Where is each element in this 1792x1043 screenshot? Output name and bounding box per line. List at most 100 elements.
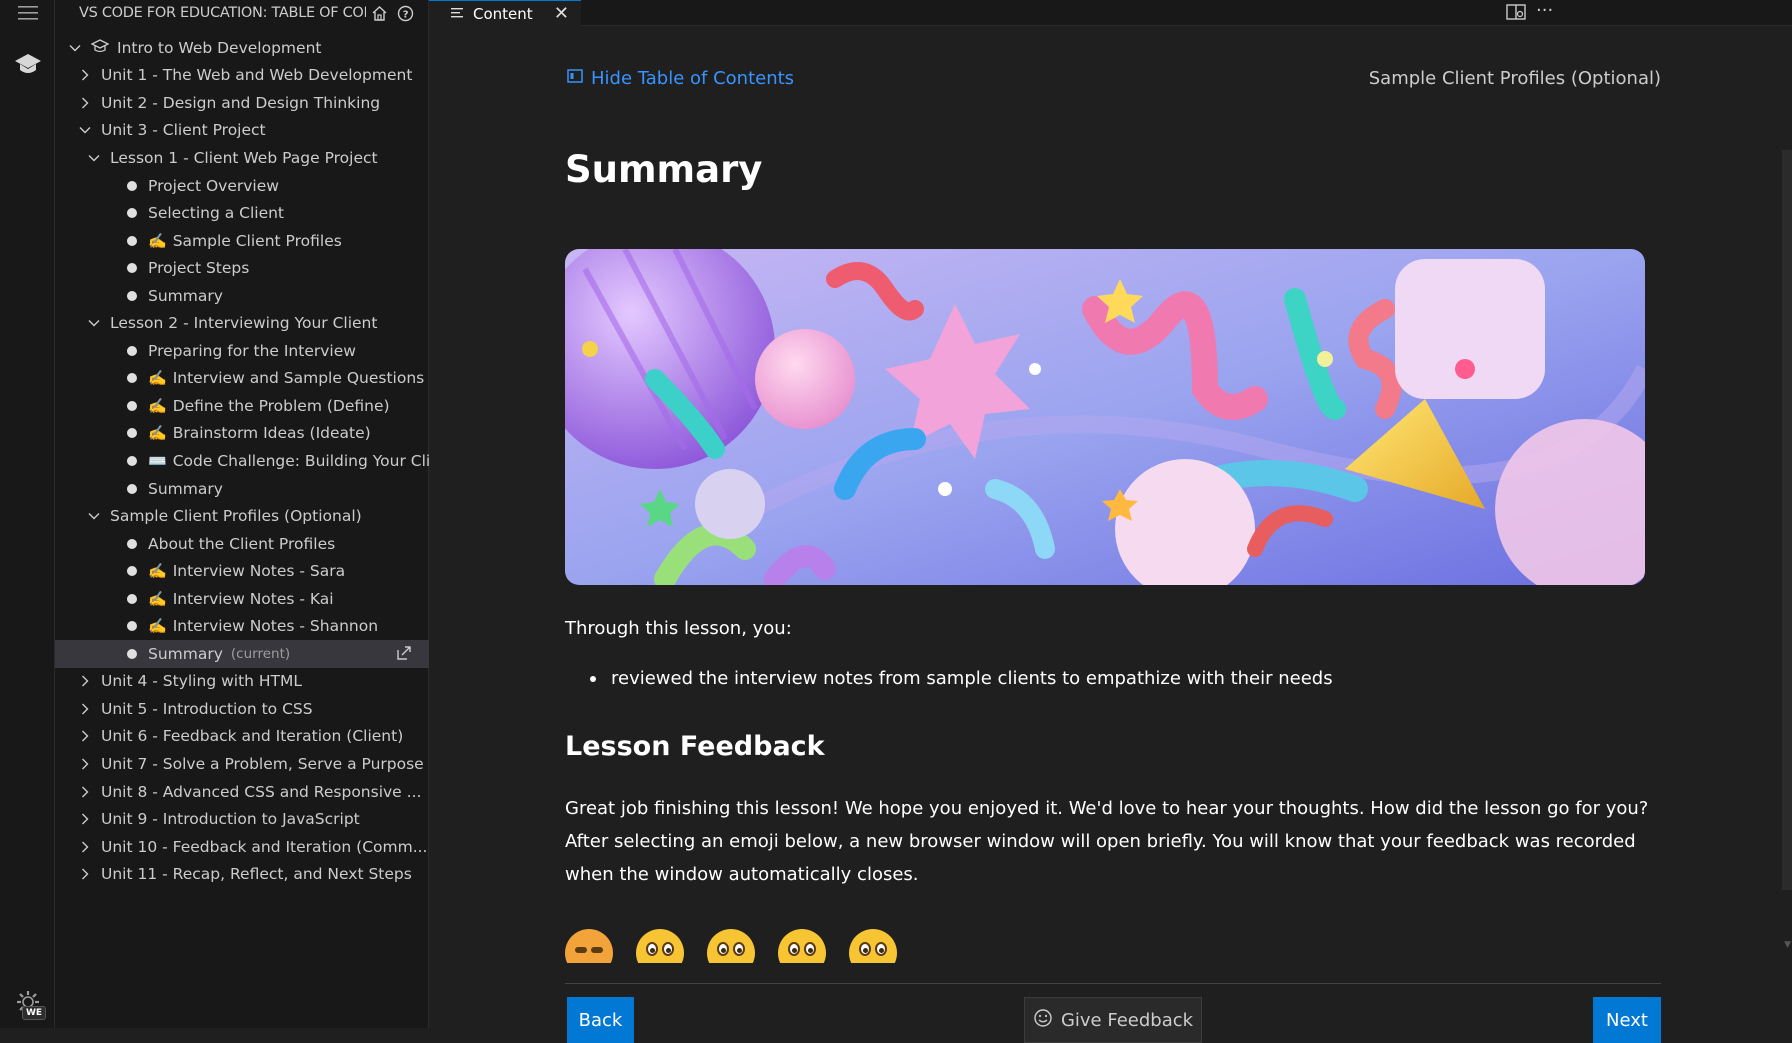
chevron-down-icon[interactable] (75, 120, 95, 140)
toc-item-label: Unit 5 - Introduction to CSS (101, 699, 313, 718)
toc-folder[interactable]: Unit 8 - Advanced CSS and Responsive ... (55, 778, 429, 806)
scroll-down-arrow-icon[interactable]: ▼ (1784, 940, 1791, 950)
toc-folder[interactable]: Unit 11 - Recap, Reflect, and Next Steps (55, 860, 429, 888)
emoji-rating-row (565, 929, 965, 963)
chevron-right-icon[interactable] (75, 699, 95, 719)
graduation-cap-icon (90, 38, 110, 58)
toc-item-label: Unit 6 - Feedback and Iteration (Client) (101, 727, 404, 746)
chevron-right-icon[interactable] (75, 65, 95, 85)
toc-item[interactable]: ✍️ Sample Client Profiles (55, 227, 429, 255)
chevron-down-icon[interactable] (84, 313, 104, 333)
table-of-contents-tree: Intro to Web Development Unit 1 - The Web… (55, 34, 460, 888)
bullet-icon (127, 208, 137, 219)
open-external-icon[interactable] (395, 644, 413, 666)
toc-item-label: Unit 8 - Advanced CSS and Responsive ... (101, 782, 422, 801)
toc-item[interactable]: ✍️ Brainstorm Ideas (Ideate) (55, 420, 429, 448)
home-icon[interactable] (366, 5, 392, 22)
writing-hand-icon: ✍️ (148, 562, 167, 581)
chevron-right-icon[interactable] (75, 782, 95, 802)
toc-folder[interactable]: Lesson 2 - Interviewing Your Client (55, 309, 429, 337)
toc-item-label: Unit 7 - Solve a Problem, Serve a Purpos… (101, 754, 424, 773)
sidebar-toggle-icon (567, 68, 583, 89)
toc-folder[interactable]: Unit 4 - Styling with HTML (55, 668, 429, 696)
toc-folder[interactable]: Unit 3 - Client Project (55, 117, 429, 145)
toc-item[interactable]: Summary (55, 475, 429, 503)
chevron-right-icon[interactable] (75, 93, 95, 113)
toc-item-label: Interview Notes - Kai (172, 589, 334, 608)
chevron-right-icon[interactable] (75, 809, 95, 829)
very-happy-face-icon[interactable] (849, 929, 897, 963)
toc-folder[interactable]: Unit 10 - Feedback and Iteration (Comm..… (55, 833, 429, 861)
tab-content[interactable]: Content ✕ (429, 0, 581, 26)
toc-item[interactable]: ✍️ Interview Notes - Sara (55, 557, 429, 585)
give-feedback-button[interactable]: Give Feedback (1024, 997, 1202, 1043)
account-badge[interactable]: WE (22, 1006, 47, 1020)
bullet-icon (127, 483, 137, 494)
toc-item-label: Define the Problem (Define) (172, 396, 390, 415)
menu-icon[interactable] (0, 0, 55, 26)
toc-item[interactable]: About the Client Profiles (55, 530, 429, 558)
scrollbar[interactable] (1782, 150, 1792, 890)
toc-folder[interactable]: Unit 2 - Design and Design Thinking (55, 89, 429, 117)
open-preview-icon[interactable] (1506, 3, 1526, 21)
toc-item[interactable]: Project Overview (55, 172, 429, 200)
lesson-feedback-heading: Lesson Feedback (565, 731, 825, 762)
toc-item[interactable]: Summary (current) (55, 640, 429, 668)
help-icon[interactable]: ? (392, 5, 418, 22)
toc-item-label: Intro to Web Development (117, 38, 322, 57)
toc-folder[interactable]: Sample Client Profiles (Optional) (55, 502, 429, 530)
back-button[interactable]: Back (567, 997, 634, 1043)
toc-folder[interactable]: Unit 6 - Feedback and Iteration (Client) (55, 723, 429, 751)
writing-hand-icon: ✍️ (148, 424, 167, 443)
more-actions-icon[interactable]: ··· (1536, 0, 1553, 21)
toc-item-label: Sample Client Profiles (Optional) (110, 507, 362, 526)
chevron-right-icon[interactable] (75, 671, 95, 691)
toc-item[interactable]: ✍️ Interview and Sample Questions (E... (55, 365, 460, 393)
bullet-icon (127, 400, 137, 411)
toc-folder[interactable]: Unit 7 - Solve a Problem, Serve a Purpos… (55, 750, 429, 778)
toc-item-label: Preparing for the Interview (148, 341, 356, 360)
next-button[interactable]: Next (1593, 997, 1661, 1043)
angry-face-icon[interactable] (565, 929, 613, 963)
toc-folder[interactable]: Lesson 1 - Client Web Page Project (55, 144, 429, 172)
breadcrumb: Sample Client Profiles (Optional) (1368, 68, 1661, 89)
toc-item-label: Summary (148, 286, 223, 305)
hide-toc-link[interactable]: Hide Table of Contents (567, 68, 794, 89)
toc-folder[interactable]: Unit 5 - Introduction to CSS (55, 695, 429, 723)
chevron-down-icon[interactable] (84, 506, 104, 526)
chevron-right-icon[interactable] (75, 726, 95, 746)
toc-folder[interactable]: Intro to Web Development (55, 34, 429, 62)
writing-hand-icon: ✍️ (148, 396, 167, 415)
toc-item[interactable]: ✍️ Interview Notes - Shannon (55, 612, 429, 640)
toc-item[interactable]: ⌨️ Code Challenge: Building Your Clie... (55, 447, 455, 475)
chevron-down-icon[interactable] (65, 38, 85, 58)
chevron-right-icon[interactable] (75, 754, 95, 774)
list-item-text: reviewed the interview notes from sample… (611, 668, 1333, 689)
toc-item[interactable]: Project Steps (55, 254, 429, 282)
chevron-right-icon[interactable] (75, 864, 95, 884)
neutral-face-icon[interactable] (636, 929, 684, 963)
toc-item-label: Summary (148, 644, 223, 663)
document-lines-icon (451, 5, 463, 23)
graduation-cap-icon[interactable] (0, 44, 55, 84)
intro-text: Through this lesson, you: (565, 618, 792, 639)
svg-text:?: ? (402, 9, 408, 20)
toc-item[interactable]: Preparing for the Interview (55, 337, 429, 365)
toc-item[interactable]: ✍️ Interview Notes - Kai (55, 585, 429, 613)
toc-item[interactable]: Summary (55, 282, 429, 310)
close-icon[interactable]: ✕ (554, 3, 569, 24)
sidebar: VS CODE FOR EDUCATION: TABLE OF CON... ?… (55, 0, 460, 1028)
toc-item[interactable]: ✍️ Define the Problem (Define) (55, 392, 429, 420)
current-indicator: (current) (230, 645, 291, 662)
smiley-icon (1033, 1008, 1053, 1033)
divider (565, 983, 1661, 984)
happy-face-icon[interactable] (778, 929, 826, 963)
slightly-happy-face-icon[interactable] (707, 929, 755, 963)
toc-item-label: Unit 11 - Recap, Reflect, and Next Steps (101, 865, 412, 884)
bullet-icon (127, 648, 137, 659)
toc-folder[interactable]: Unit 9 - Introduction to JavaScript (55, 805, 429, 833)
toc-item[interactable]: Selecting a Client (55, 199, 429, 227)
chevron-down-icon[interactable] (84, 148, 104, 168)
toc-folder[interactable]: Unit 1 - The Web and Web Development (55, 62, 429, 90)
chevron-right-icon[interactable] (75, 837, 95, 857)
